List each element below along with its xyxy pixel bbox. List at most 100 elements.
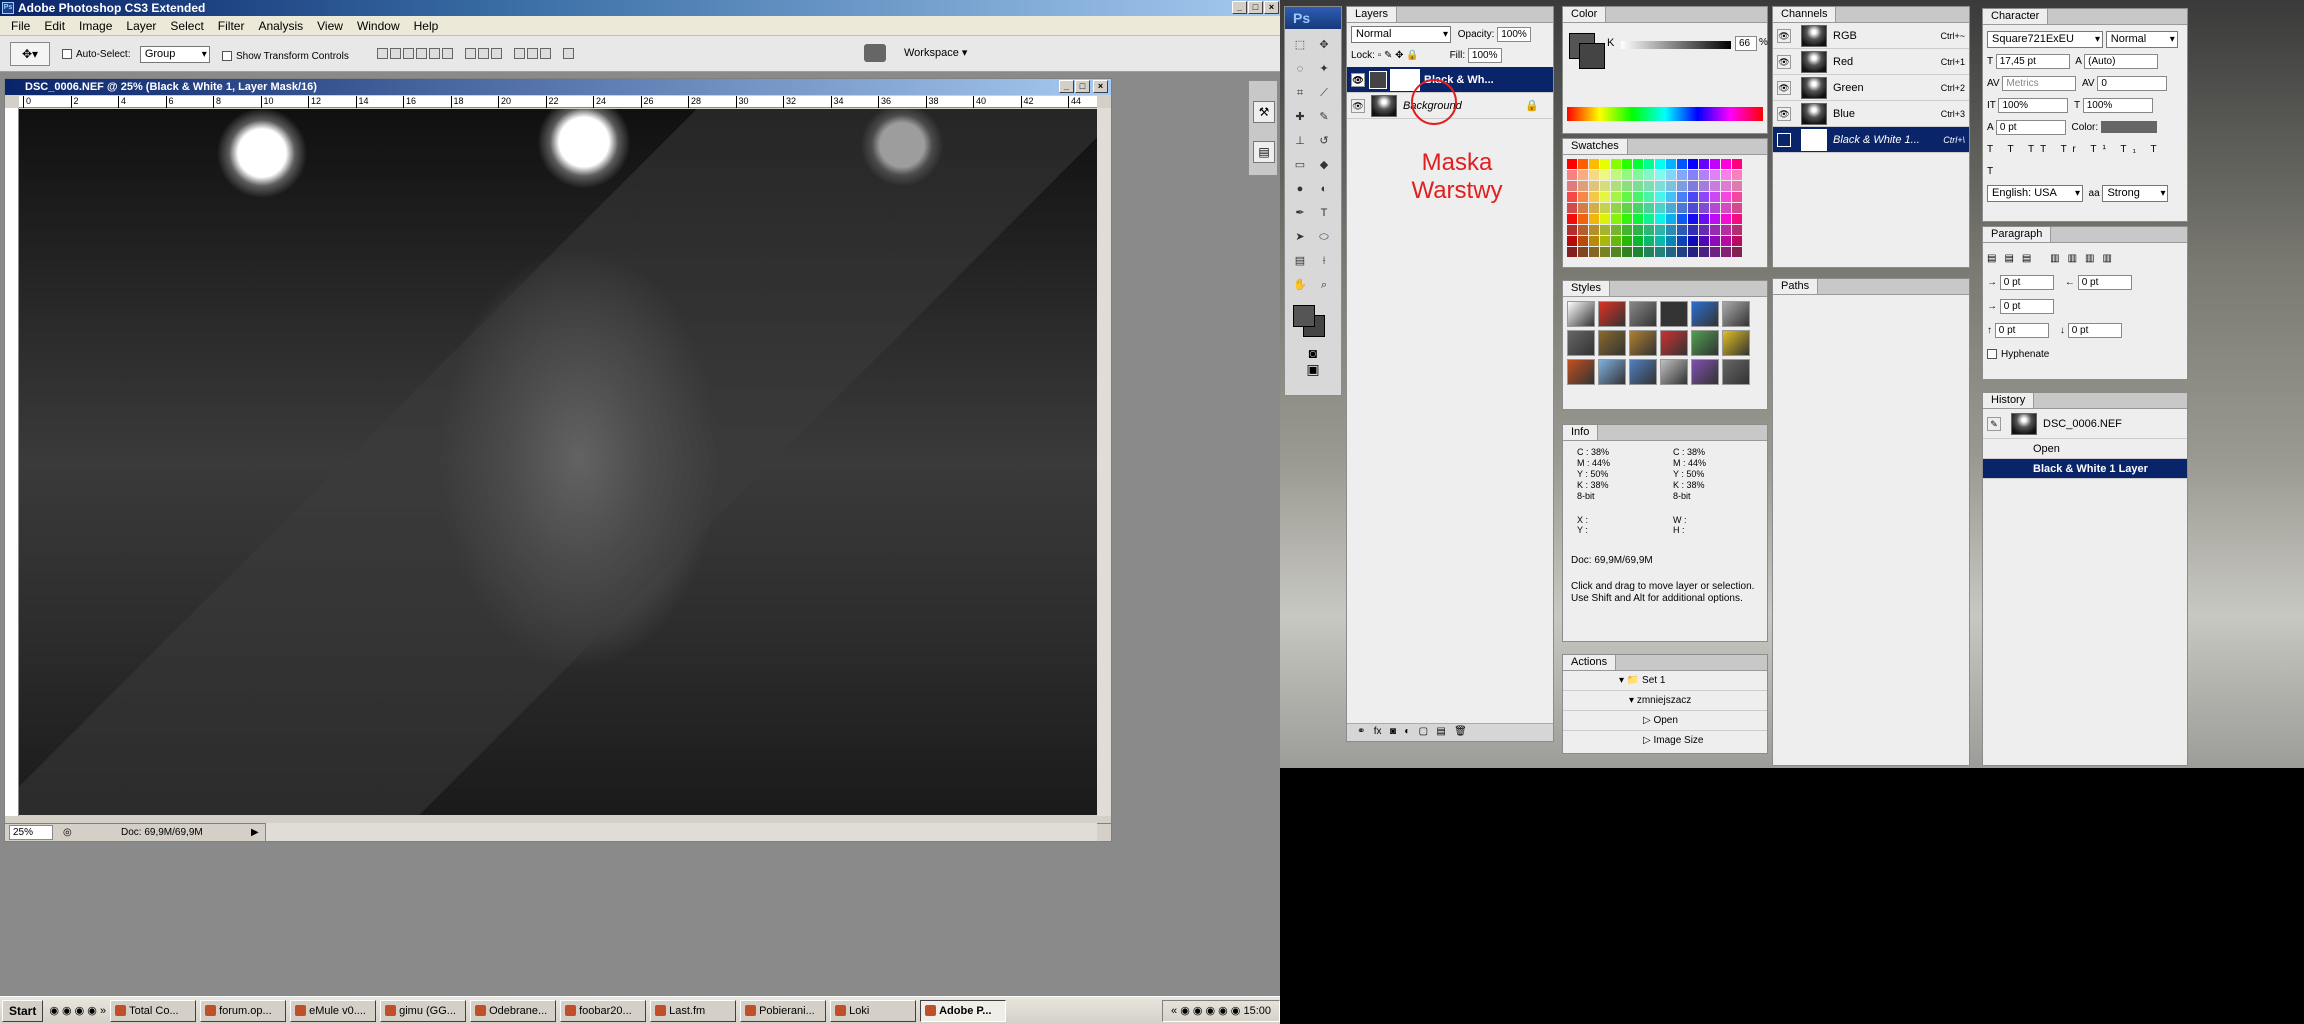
color-swatch[interactable] <box>1710 236 1720 246</box>
eyedropper-icon[interactable]: ⟊ <box>1313 250 1335 272</box>
color-swatch[interactable] <box>1567 236 1577 246</box>
notes-tool-icon[interactable]: ▤ <box>1289 250 1311 272</box>
menu-help[interactable]: Help <box>407 19 446 33</box>
color-swatch[interactable] <box>1655 236 1665 246</box>
color-swatch[interactable] <box>1633 159 1643 169</box>
color-swatch[interactable] <box>1688 225 1698 235</box>
color-swatch[interactable] <box>1699 192 1709 202</box>
tab-info[interactable]: Info <box>1563 425 1599 440</box>
color-swatch[interactable] <box>1666 247 1676 257</box>
color-swatch[interactable] <box>1732 170 1742 180</box>
color-swatch[interactable] <box>1699 236 1709 246</box>
color-swatch[interactable] <box>1622 170 1632 180</box>
task-total-commander[interactable]: Total Co... <box>110 999 197 1022</box>
dodge-tool-icon[interactable]: ◐ <box>1313 178 1335 200</box>
color-swatch[interactable] <box>1589 192 1599 202</box>
color-swatch[interactable] <box>1600 192 1610 202</box>
foreground-color[interactable] <box>1293 305 1315 327</box>
color-swatch[interactable] <box>1578 214 1588 224</box>
fill-field[interactable]: 100% <box>1467 48 1502 63</box>
blur-tool-icon[interactable]: ● <box>1289 178 1311 200</box>
style-preset[interactable] <box>1660 359 1688 385</box>
color-swatch[interactable] <box>1589 225 1599 235</box>
eraser-tool-icon[interactable]: ▭ <box>1289 154 1311 176</box>
auto-select-dropdown[interactable]: Group <box>139 46 210 63</box>
shape-tool-icon[interactable]: ⬭ <box>1313 226 1335 248</box>
color-swatch[interactable] <box>1600 247 1610 257</box>
color-swatch[interactable] <box>1567 203 1577 213</box>
style-preset[interactable] <box>1691 330 1719 356</box>
color-swatch[interactable] <box>1622 247 1632 257</box>
color-swatch[interactable] <box>1655 225 1665 235</box>
indent-left-field[interactable]: 0 pt <box>1999 274 2054 290</box>
channel-row-rgb[interactable]: 👁 RGB Ctrl+~ <box>1773 23 1969 49</box>
pen-tool-icon[interactable]: ✒ <box>1289 202 1311 224</box>
swatch-grid[interactable] <box>1563 155 1767 261</box>
color-swatch[interactable] <box>1622 214 1632 224</box>
color-swatch[interactable] <box>1611 170 1621 180</box>
color-swatch[interactable] <box>1688 181 1698 191</box>
color-swatch[interactable] <box>1655 247 1665 257</box>
style-preset[interactable] <box>1722 359 1750 385</box>
color-swatch[interactable] <box>1666 236 1676 246</box>
color-swatch[interactable] <box>1699 225 1709 235</box>
color-swatch[interactable] <box>1644 236 1654 246</box>
antialias-dropdown[interactable]: Strong <box>2102 185 2169 202</box>
style-preset[interactable] <box>1629 301 1657 327</box>
style-preset[interactable] <box>1722 301 1750 327</box>
color-swatch[interactable] <box>1666 203 1676 213</box>
bridge-icon[interactable] <box>864 44 886 62</box>
doc-minimize-button[interactable]: _ <box>1059 80 1074 93</box>
color-swatch[interactable] <box>1710 203 1720 213</box>
color-swatch[interactable] <box>1600 181 1610 191</box>
color-swatch[interactable] <box>1633 203 1643 213</box>
action-step[interactable]: ▷ Image Size <box>1563 731 1767 751</box>
font-size-field[interactable]: 17,45 pt <box>1995 53 2070 69</box>
color-swatch[interactable] <box>1721 170 1731 180</box>
color-swatch[interactable] <box>1655 170 1665 180</box>
menu-analysis[interactable]: Analysis <box>251 19 310 33</box>
doc-close-button[interactable]: × <box>1093 80 1108 93</box>
eye-icon[interactable]: 👁 <box>1777 106 1791 121</box>
color-swatch[interactable] <box>1688 236 1698 246</box>
transform-checkbox[interactable] <box>222 50 232 61</box>
move-tool-icon[interactable]: ✥ <box>1313 34 1335 56</box>
color-swatch[interactable] <box>1622 181 1632 191</box>
eye-icon[interactable]: 👁 <box>1777 80 1791 95</box>
task-loki[interactable]: Loki <box>830 999 917 1022</box>
distribute-right-icon[interactable] <box>540 48 552 59</box>
style-grid[interactable] <box>1563 297 1767 389</box>
color-swatch[interactable] <box>1611 192 1621 202</box>
color-swatch[interactable] <box>1589 236 1599 246</box>
tab-color[interactable]: Color <box>1563 7 1607 22</box>
style-preset[interactable] <box>1629 330 1657 356</box>
distribute-left-icon[interactable] <box>514 48 526 59</box>
tab-paragraph[interactable]: Paragraph <box>1983 227 2052 242</box>
task-firefox-forum[interactable]: forum.op... <box>200 999 287 1022</box>
style-preset[interactable] <box>1691 359 1719 385</box>
color-swatch[interactable] <box>1600 170 1610 180</box>
color-swatch[interactable] <box>1578 181 1588 191</box>
color-swatch[interactable] <box>1721 203 1731 213</box>
tab-layers[interactable]: Layers <box>1347 7 1398 22</box>
color-swatch[interactable] <box>1666 181 1676 191</box>
color-swatch[interactable] <box>1699 170 1709 180</box>
color-swatch[interactable] <box>1567 247 1577 257</box>
marquee-tool-icon[interactable]: ⬚ <box>1289 34 1311 56</box>
color-swatch[interactable] <box>1677 159 1687 169</box>
color-swatch[interactable] <box>1721 214 1731 224</box>
color-swatch[interactable] <box>1655 214 1665 224</box>
color-swatch[interactable] <box>1677 192 1687 202</box>
color-swatch[interactable] <box>1611 247 1621 257</box>
color-swatch[interactable] <box>1567 225 1577 235</box>
color-swatch[interactable] <box>1589 214 1599 224</box>
color-swatch[interactable] <box>1721 159 1731 169</box>
text-color-swatch[interactable] <box>2100 121 2157 134</box>
color-swatch[interactable] <box>1611 225 1621 235</box>
color-ramp[interactable] <box>1567 107 1763 121</box>
quicklaunch-icons[interactable]: ◉ ◉ ◉ ◉ » <box>49 1004 106 1017</box>
tracking-field[interactable]: 0 <box>2097 75 2168 91</box>
color-swatch[interactable] <box>1622 192 1632 202</box>
color-swatch[interactable] <box>1710 214 1720 224</box>
align-bottom-icon[interactable] <box>403 48 414 59</box>
